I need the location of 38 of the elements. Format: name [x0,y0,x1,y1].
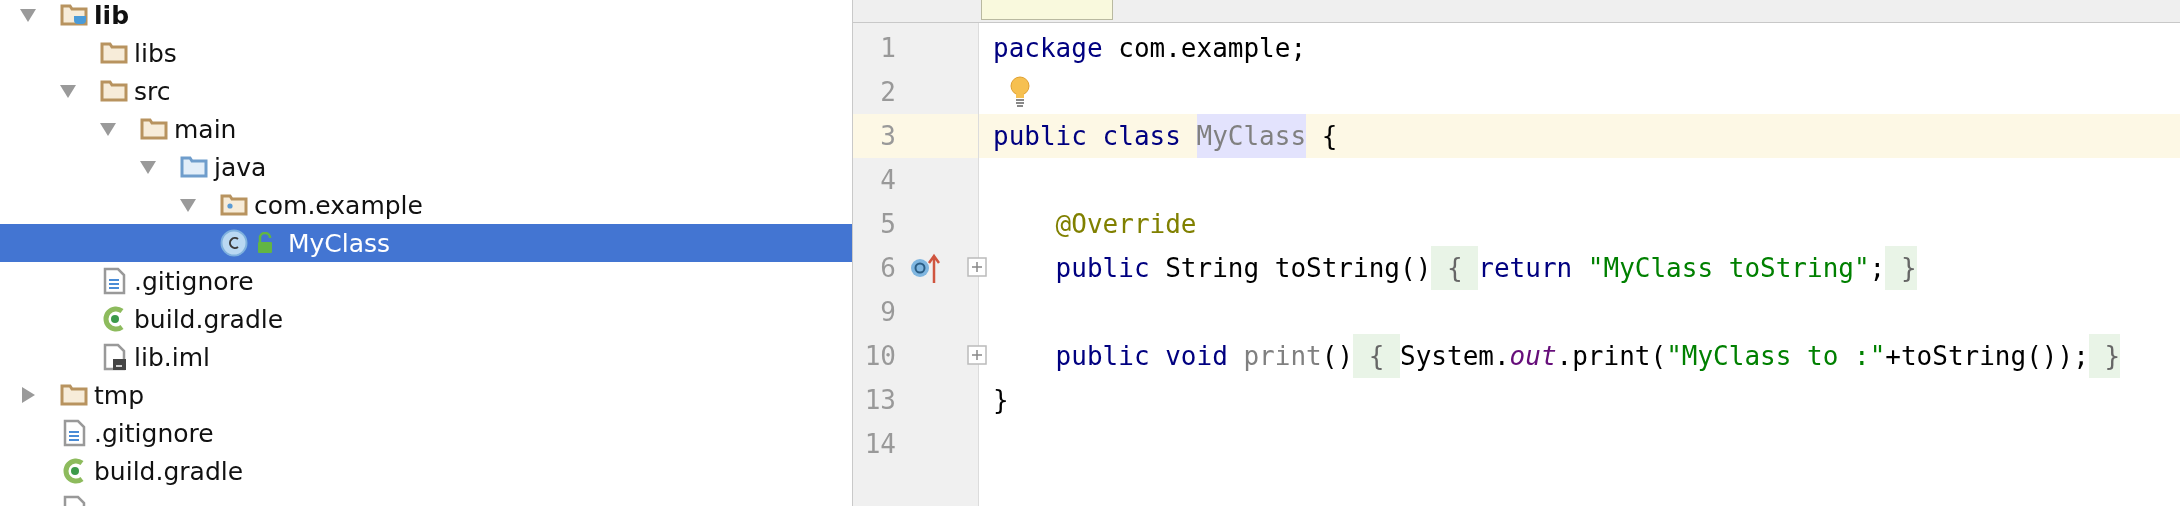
collapse-arrow-icon[interactable] [178,196,198,214]
expand-fold-icon[interactable] [967,257,987,277]
collapse-arrow-icon[interactable] [18,6,38,24]
collapse-arrow-icon[interactable] [98,120,118,138]
code-line: package com.example; [993,32,1307,65]
tree-item[interactable]: lib [0,0,852,34]
tree-item[interactable]: main [0,110,852,148]
code-line: public class MyClass { [993,114,1338,158]
tree-item[interactable]: .gitignore [0,262,852,300]
tree-item[interactable]: src [0,72,852,110]
collapse-arrow-icon[interactable] [138,158,158,176]
line-number: 9 [879,297,896,327]
collapse-arrow-icon[interactable] [58,82,78,100]
lightbulb-icon[interactable] [1009,76,1031,108]
line-number: 4 [879,165,896,195]
tree-item[interactable]: MyClass [0,224,852,262]
code-line: } [993,384,1009,417]
tree-item[interactable]: build.gradle [0,452,852,490]
line-number: 14 [863,429,896,459]
line-number: 3 [879,121,896,151]
expand-fold-icon[interactable] [967,345,987,365]
tree-item[interactable]: tmp [0,376,852,414]
code-line: public String toString() { return "MyClass toString"; } [993,246,1917,290]
line-number: 10 [863,341,896,371]
line-number: 5 [879,209,896,239]
code-line: @Override [1054,208,1197,241]
tree-item[interactable]: .gitignore [0,414,852,452]
tree-item[interactable]: com.example [0,186,852,224]
line-number: 13 [863,385,896,415]
line-number: 6 [879,253,896,283]
line-number: 1 [879,33,896,63]
code-line: public void print() { System.out.print("MyClass to :"+toString()); } [993,334,2121,378]
class-icon [220,229,248,257]
tree-item[interactable]: libs [0,34,852,72]
tree-item[interactable]: build.gradle [0,300,852,338]
tree-item[interactable]: lib.iml [0,338,852,376]
tree-item[interactable]: java [0,148,852,186]
line-number: 2 [879,77,896,107]
